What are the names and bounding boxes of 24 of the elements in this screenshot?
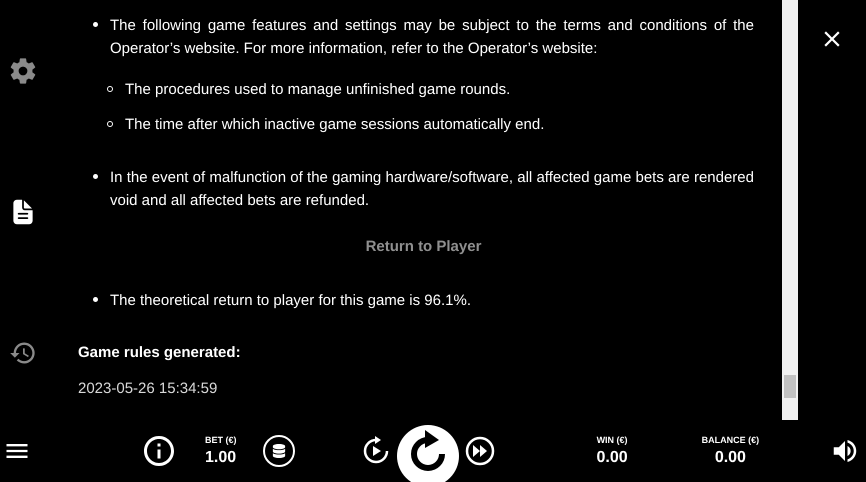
stat-value: 0.00 <box>714 448 746 468</box>
rule-text: The procedures used to manage unfinished game rounds. <box>125 80 510 100</box>
bullet-icon <box>93 174 98 179</box>
bullet-icon <box>107 86 113 92</box>
bullet-icon <box>107 121 113 127</box>
rule-text: The theoretical return to player for this game is 96.1%. <box>110 290 472 310</box>
settings-icon[interactable] <box>9 57 37 85</box>
rule-text: The time after which inactive game sessions automatically end. <box>125 115 544 135</box>
bullet-icon <box>93 22 98 27</box>
stat-label: BALANCE (€) <box>702 434 760 448</box>
stat-label: WIN (€) <box>596 434 628 448</box>
section-heading: Return to Player <box>364 237 482 257</box>
info-icon[interactable] <box>141 433 177 469</box>
scrollbar[interactable] <box>782 0 798 420</box>
generated-date: 2023-05-26 15:34:59 <box>78 379 218 399</box>
coins-icon[interactable] <box>262 435 294 467</box>
rule-text: The following game features and settings may be subject to the terms and conditions of the Operator’s website. For more information, refer to the Operator’s website: <box>110 16 754 59</box>
stat-label: BET (€) <box>205 434 236 448</box>
fast-forward-icon[interactable] <box>464 436 494 466</box>
rule-text: In the event of malfunction of the gaming hardware/software, all affected game bets are rendered void and all affected bets are refunded. <box>110 168 754 211</box>
bullet-icon <box>93 296 98 302</box>
stat-value: 1.00 <box>205 448 236 468</box>
generated-label: Game rules generated: <box>78 342 242 362</box>
stat-value: 0.00 <box>596 448 628 468</box>
